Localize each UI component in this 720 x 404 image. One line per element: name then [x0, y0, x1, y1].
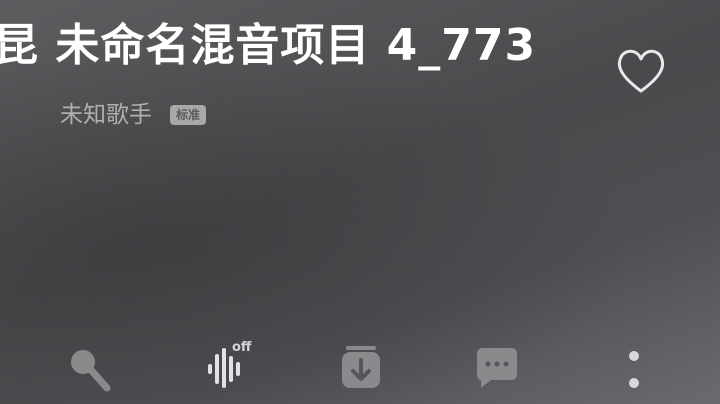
- comment-bubble-icon: [477, 348, 517, 388]
- artist-row: 未知歌手 标准: [60, 96, 207, 134]
- download-icon: [342, 346, 380, 388]
- heart-outline-icon: [617, 49, 665, 93]
- song-title-marquee: 昆 未命名混音项目 4_773: [0, 14, 582, 78]
- microphone-icon: [71, 350, 111, 392]
- download-button[interactable]: [329, 336, 393, 400]
- song-title: 昆 未命名混音项目 4_773: [0, 20, 537, 71]
- favorite-button[interactable]: [613, 45, 669, 97]
- artist-name[interactable]: 未知歌手: [60, 96, 152, 134]
- comments-button[interactable]: [465, 336, 529, 400]
- player-toolbar: off: [0, 336, 720, 400]
- quality-badge[interactable]: 标准: [170, 105, 207, 125]
- karaoke-button[interactable]: [57, 336, 121, 400]
- effect-state-label: off: [232, 340, 252, 355]
- more-button[interactable]: [602, 336, 666, 400]
- more-vertical-icon: [629, 351, 639, 388]
- sound-effect-button[interactable]: off: [192, 336, 256, 400]
